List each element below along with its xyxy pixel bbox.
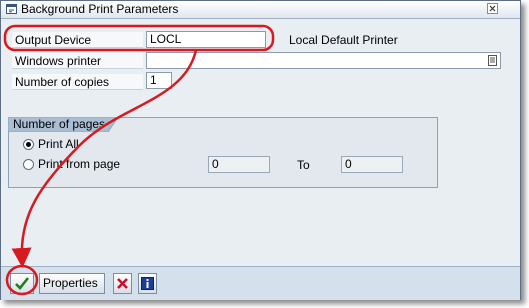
- group-title: Number of pages: [13, 117, 106, 131]
- bottom-toolbar: Properties: [1, 266, 520, 300]
- cancel-x-icon: [117, 278, 128, 289]
- copies-label: Number of copies: [12, 74, 143, 90]
- close-button[interactable]: [487, 3, 498, 14]
- print-from-page-label: Print from page: [38, 157, 121, 171]
- info-icon: [141, 277, 154, 290]
- checkmark-icon: [15, 277, 30, 290]
- title-bar: Background Print Parameters: [1, 1, 520, 19]
- windows-printer-field[interactable]: [146, 52, 501, 69]
- continue-button[interactable]: [10, 273, 34, 294]
- value-help-icon[interactable]: [488, 55, 497, 66]
- close-icon: [489, 5, 496, 12]
- print-all-label: Print All: [38, 137, 79, 151]
- print-from-page-radio[interactable]: [23, 159, 34, 170]
- output-device-description: Local Default Printer: [289, 33, 398, 47]
- print-all-radio[interactable]: [23, 139, 34, 150]
- to-page-field[interactable]: 0: [341, 156, 403, 173]
- output-device-field[interactable]: LOCL: [146, 31, 266, 48]
- info-button[interactable]: [138, 273, 157, 294]
- windows-printer-label: Windows printer: [12, 53, 143, 69]
- dialog-window: Background Print Parameters Output Devic…: [0, 0, 521, 300]
- window-title: Background Print Parameters: [21, 2, 179, 16]
- to-label: To: [297, 158, 310, 172]
- output-device-label: Output Device: [12, 32, 143, 48]
- properties-button[interactable]: Properties: [39, 273, 105, 294]
- print-parameters-icon: [6, 4, 17, 14]
- copies-field[interactable]: 1: [146, 72, 172, 89]
- from-page-field[interactable]: 0: [208, 156, 270, 173]
- cancel-button[interactable]: [113, 273, 132, 294]
